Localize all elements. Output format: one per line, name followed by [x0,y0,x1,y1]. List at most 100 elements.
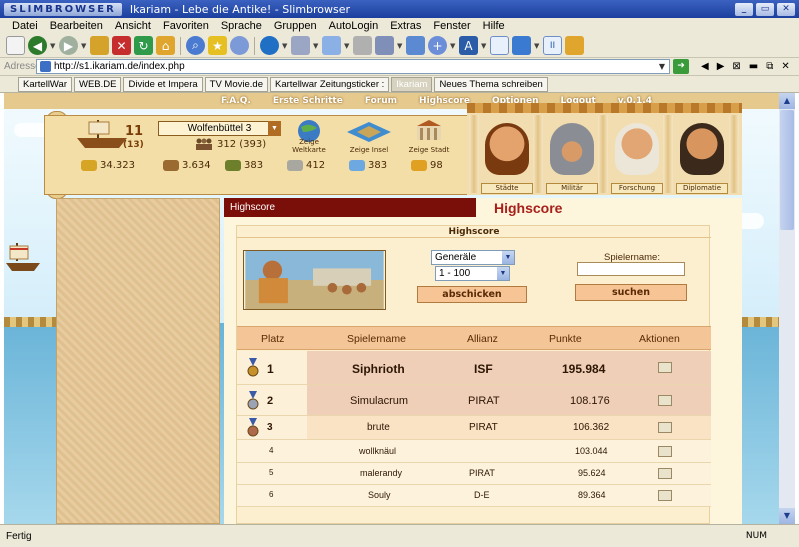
tab-webde[interactable]: WEB.DE [74,76,122,92]
player-name[interactable]: brute [367,422,390,433]
nav-highscore[interactable]: Highscore [419,96,470,106]
zoom-dropdown-icon[interactable]: ▼ [450,42,456,50]
font-dropdown-icon[interactable]: ▼ [481,42,487,50]
go-button[interactable]: ➜ [673,59,689,74]
message-scroll-icon[interactable] [658,395,672,406]
nav-faq[interactable]: F.A.Q. [221,96,251,106]
menu-ansicht[interactable]: Ansicht [109,20,157,32]
player-name[interactable]: malerandy [360,468,402,478]
close-button[interactable]: ✕ [777,2,795,16]
forward-icon[interactable]: ▶ [59,36,78,55]
menu-favoriten[interactable]: Favoriten [157,20,215,32]
maximize-button[interactable]: ▭ [756,2,774,16]
cleaner-icon[interactable] [322,36,341,55]
show-city-button[interactable]: Zeige Stadt [403,118,455,154]
menu-hilfe[interactable]: Hilfe [477,20,511,32]
window-icon[interactable] [406,36,425,55]
back-dropdown-icon[interactable]: ▼ [50,42,56,50]
vertical-scrollbar[interactable]: ▲ ▼ [779,93,795,524]
refresh-all-icon[interactable] [90,36,109,55]
diplomat-advisor-icon[interactable] [680,123,724,175]
menu-extras[interactable]: Extras [384,20,427,32]
scroll-thumb[interactable] [780,110,794,230]
nav-forum[interactable]: Forum [365,96,397,106]
scroll-down-icon[interactable]: ▼ [779,508,795,524]
message-scroll-icon[interactable] [658,422,672,433]
scientist-advisor-icon[interactable] [615,123,659,175]
range-select[interactable]: 1 - 100 ▼ [435,266,510,281]
tab-kartellwar-ticker[interactable]: Kartellwar Zeitungsticker : [269,76,390,92]
show-world-map-button[interactable]: Zeige Weltkarte [283,118,335,154]
cleaner-dropdown-icon[interactable]: ▼ [344,42,350,50]
fullscreen-icon[interactable] [490,36,509,55]
back-icon[interactable]: ◀ [28,36,47,55]
font-icon[interactable]: A [459,36,478,55]
screenshot-icon[interactable] [512,36,531,55]
tab-prev-icon[interactable]: ◀ [701,61,709,72]
advisor-research-label[interactable]: Forschung [611,183,663,194]
favorites-star-icon[interactable]: ★ [208,36,227,55]
pause-icon[interactable]: II [543,36,562,55]
history-icon[interactable] [230,36,249,55]
menu-datei[interactable]: Datei [6,20,44,32]
message-scroll-icon[interactable] [658,468,672,479]
minimize-button[interactable]: _ [735,2,753,16]
nav-erste-schritte[interactable]: Erste Schritte [273,96,343,106]
advisor-diplomacy-label[interactable]: Diplomatie [676,183,728,194]
tab-close-icon[interactable]: ⊠ [732,61,740,72]
zoom-icon[interactable]: + [428,36,447,55]
city-select[interactable]: Wolfenbüttel 3 ▼ [158,121,281,136]
tab-neues-thema[interactable]: Neues Thema schreiben [434,76,548,92]
ships-icon[interactable] [75,120,130,150]
edit-dropdown-icon[interactable]: ▼ [313,42,319,50]
reload-icon[interactable]: ↻ [134,36,153,55]
player-name[interactable]: Siphrioth [352,362,405,376]
search-icon[interactable]: ⌕ [186,36,205,55]
mayor-advisor-icon[interactable] [485,123,529,175]
address-url[interactable]: http://s1.ikariam.de/index.php [54,61,655,72]
player-name[interactable]: Souly [368,490,391,500]
new-page-icon[interactable] [6,36,25,55]
menu-bearbeiten[interactable]: Bearbeiten [44,20,109,32]
player-name[interactable]: wollknäul [359,446,396,456]
message-scroll-icon[interactable] [658,362,672,373]
address-dropdown-icon[interactable]: ▼ [655,60,669,73]
category-select[interactable]: Generäle ▼ [431,250,515,265]
forward-dropdown-icon[interactable]: ▼ [81,42,87,50]
screenshot-dropdown-icon[interactable]: ▼ [534,42,540,50]
submit-button[interactable]: abschicken [417,286,527,303]
tab-ikariam[interactable]: Ikariam [391,76,433,92]
globe-dropdown-icon[interactable]: ▼ [282,42,288,50]
home-icon[interactable]: ⌂ [156,36,175,55]
mail-icon[interactable] [375,36,394,55]
folder-icon[interactable] [565,36,584,55]
tab-divide-et-impera[interactable]: Divide et Impera [123,76,203,92]
mail-dropdown-icon[interactable]: ▼ [397,42,403,50]
message-scroll-icon[interactable] [658,446,672,457]
show-island-button[interactable]: Zeige Insel [343,118,395,154]
range-select-arrow-icon[interactable]: ▼ [497,267,509,280]
player-name[interactable]: Simulacrum [350,395,408,407]
print-icon[interactable] [353,36,372,55]
message-scroll-icon[interactable] [658,490,672,501]
advisor-cities-label[interactable]: Städte [481,183,533,194]
window-close-icon[interactable]: ✕ [781,61,789,72]
general-advisor-icon[interactable] [550,123,594,175]
scroll-up-icon[interactable]: ▲ [779,93,795,109]
search-button[interactable]: suchen [575,284,687,301]
edit-icon[interactable] [291,36,310,55]
globe-icon[interactable] [260,36,279,55]
window-restore-icon[interactable]: ⧉ [766,61,773,72]
advisor-military-label[interactable]: Militär [546,183,598,194]
category-select-arrow-icon[interactable]: ▼ [502,251,514,264]
stop-icon[interactable]: ✕ [112,36,131,55]
menu-autologin[interactable]: AutoLogin [323,20,385,32]
menu-sprache[interactable]: Sprache [215,20,268,32]
player-name-input[interactable] [577,262,685,276]
tab-tvmovie[interactable]: TV Movie.de [204,76,268,92]
tab-kartellwar[interactable]: KartellWar [18,76,72,92]
city-select-arrow-icon[interactable]: ▼ [268,121,281,136]
address-input[interactable]: http://s1.ikariam.de/index.php ▼ [36,59,670,74]
restore-icon[interactable]: ▬ [749,61,758,72]
menu-fenster[interactable]: Fenster [427,20,476,32]
